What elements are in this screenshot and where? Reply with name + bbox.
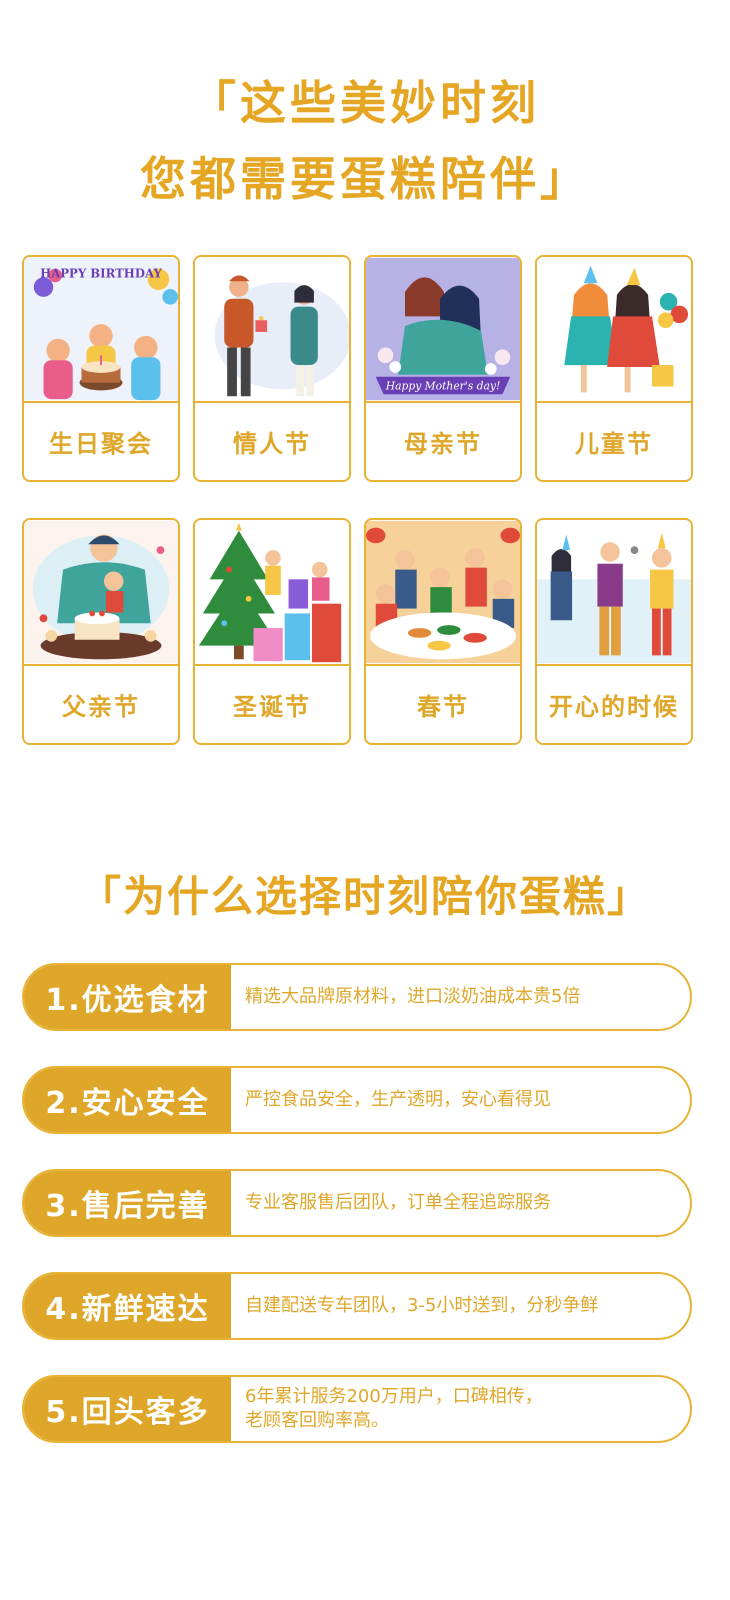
reason-description: 专业客服售后团队，订单全程追踪服务 [245, 1192, 551, 1213]
reason-description: 精选大品牌原材料，进口淡奶油成本贵5倍 [245, 986, 581, 1007]
reason-description: 自建配送专车团队，3-5小时送到，分秒争鲜 [245, 1295, 599, 1316]
occasion-card-valentines[interactable]: 情人节 [193, 255, 351, 482]
occasion-label: 圣诞节 [233, 693, 311, 721]
section-title-line1: 「这些美妙时刻 [190, 76, 540, 130]
occasion-card-christmas[interactable]: 圣诞节 [193, 518, 351, 745]
occasion-card-birthday[interactable]: HAPPY BIRTHDAY 生日聚会 [22, 255, 180, 482]
reason-item: 5.回头客多 6年累计服务200万用户，口碑相传， 老顾客回购率高。 [22, 1375, 692, 1443]
reason-item: 4.新鲜速达 自建配送专车团队，3-5小时送到，分秒争鲜 [22, 1272, 692, 1340]
reason-item: 3.售后完善 专业客服售后团队，订单全程追踪服务 [22, 1169, 692, 1237]
reason-item: 2.安心安全 严控食品安全，生产透明，安心看得见 [22, 1066, 692, 1134]
reason-title: 3.售后完善 [24, 1171, 231, 1235]
occasion-label: 生日聚会 [49, 430, 153, 458]
occasion-grid: HAPPY BIRTHDAY 生日聚会 情人节 Happy Mother's d… [22, 255, 694, 745]
spring-festival-dinner-illustration [366, 520, 520, 666]
reason-title: 4.新鲜速达 [24, 1274, 231, 1338]
reason-title: 5.回头客多 [24, 1377, 231, 1441]
occasion-label: 母亲节 [404, 430, 482, 458]
fathers-day-illustration [24, 520, 178, 666]
occasion-label: 父亲节 [62, 693, 140, 721]
reason-item: 1.优选食材 精选大品牌原材料，进口淡奶油成本贵5倍 [22, 963, 692, 1031]
occasion-label: 开心的时候 [549, 693, 679, 721]
occasion-label: 儿童节 [575, 430, 653, 458]
birthday-banner: HAPPY BIRTHDAY [40, 266, 162, 280]
reason-description: 严控食品安全，生产透明，安心看得见 [245, 1089, 551, 1110]
reason-title: 1.优选食材 [24, 965, 231, 1029]
occasion-card-happy-times[interactable]: 开心的时候 [535, 518, 693, 745]
occasion-card-spring-festival[interactable]: 春节 [364, 518, 522, 745]
occasion-label: 春节 [417, 693, 469, 721]
valentines-gift-illustration [195, 257, 349, 403]
why-choose-title: 「为什么选择时刻陪你蛋糕」 [78, 872, 651, 921]
christmas-tree-illustration [195, 520, 349, 666]
occasion-card-fathers-day[interactable]: 父亲节 [22, 518, 180, 745]
reason-title: 2.安心安全 [24, 1068, 231, 1132]
happy-gathering-illustration [537, 520, 691, 666]
reason-description: 6年累计服务200万用户，口碑相传， 老顾客回购率高。 [245, 1386, 543, 1431]
birthday-party-illustration: HAPPY BIRTHDAY [24, 257, 178, 403]
section-title-line2: 您都需要蛋糕陪伴」 [140, 152, 590, 206]
occasion-label: 情人节 [233, 430, 311, 458]
childrens-day-illustration [537, 257, 691, 403]
mothers-day-banner: Happy Mother's day! [385, 379, 501, 392]
mothers-day-illustration: Happy Mother's day! [366, 257, 520, 403]
occasion-card-mothers-day[interactable]: Happy Mother's day! 母亲节 [364, 255, 522, 482]
reasons-list: 1.优选食材 精选大品牌原材料，进口淡奶油成本贵5倍 2.安心安全 严控食品安全… [22, 963, 692, 1478]
occasion-card-childrens-day[interactable]: 儿童节 [535, 255, 693, 482]
